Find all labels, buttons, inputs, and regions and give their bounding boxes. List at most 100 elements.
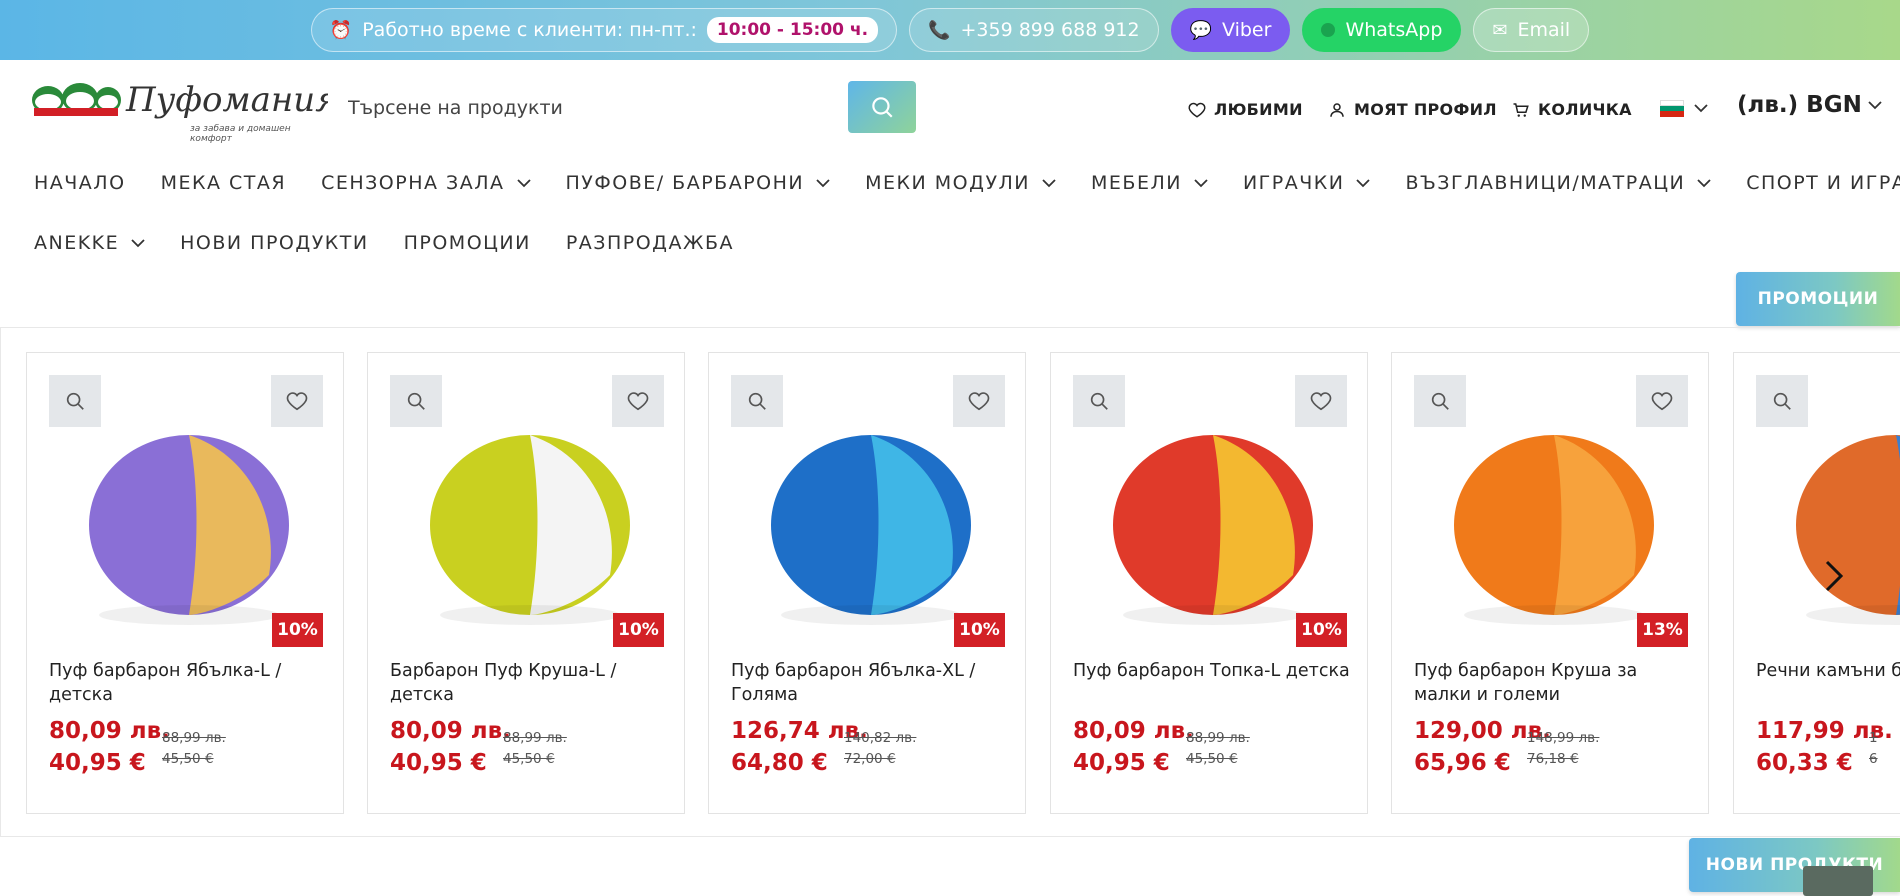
whatsapp-label: WhatsApp [1345,19,1443,41]
heart-icon [1651,392,1673,411]
chevron-down-icon [816,179,830,188]
search-button[interactable] [848,81,916,133]
price-bgn: 80,09 лв. [390,718,511,744]
wishlist-button[interactable] [1636,375,1688,427]
search-icon [872,97,893,118]
chevron-down-icon [1194,179,1208,188]
cart-icon [1513,102,1529,117]
wishlist-button[interactable] [612,375,664,427]
current-price: 80,09 лв. 40,95 € [390,715,511,779]
profile-label: МОЯТ ПРОФИЛ [1354,100,1497,119]
wishlist-button[interactable] [1295,375,1347,427]
brand-tagline: за забава и домашен комфорт [190,124,291,144]
nav-item[interactable]: НАЧАЛО [34,172,126,194]
product-card[interactable]: 10% Барбарон Пуф Круша-L / детска 80,09 лв… [367,352,685,814]
nav-item[interactable]: ПРОМОЦИИ [404,232,531,254]
nav-item-label: ПРОМОЦИИ [403,232,531,254]
product-image[interactable]: 13% [1414,375,1688,647]
nav-item[interactable]: РАЗПРОДАЖБА [566,232,734,254]
nav-item-label: ВЪЗГЛАВНИЦИ/МАТРАЦИ [1405,172,1686,194]
nav-item[interactable]: МЕКИ МОДУЛИ [865,172,1056,194]
heart-icon [1310,392,1332,411]
quick-view-button[interactable] [390,375,442,427]
wishlist-button[interactable] [953,375,1005,427]
nav-item[interactable]: МЕБЕЛИ [1091,172,1208,194]
product-name[interactable]: Барбарон Пуф Круша-L / детска [390,659,670,707]
phone-link[interactable]: 📞 +359 899 688 912 [909,8,1159,52]
quick-view-button[interactable] [1756,375,1808,427]
quick-view-button[interactable] [49,375,101,427]
old-price-bgn: 140,82 лв. [844,730,917,746]
phone-icon: 📞 [928,19,951,41]
nav-item[interactable]: МЕКА СТАЯ [161,172,287,194]
favorites-link[interactable]: ЛЮБИМИ [1188,100,1303,119]
promotions-tab[interactable]: ПРОМОЦИИ [1736,272,1900,326]
product-name[interactable]: Пуф барбарон Ябълка-XL / Голяма [731,659,1011,707]
heart-icon [286,392,308,411]
quick-view-button[interactable] [1414,375,1466,427]
product-card[interactable]: 10% Пуф барбарон Топка-L детска 80,09 лв. 4… [1050,352,1368,814]
chevron-down-icon [1042,179,1056,188]
chevron-down-icon [516,179,531,188]
viber-button[interactable]: 💬 Viber [1170,8,1291,52]
quick-view-button[interactable] [1073,375,1125,427]
whatsapp-button[interactable]: WhatsApp [1302,8,1462,52]
old-price-bgn: 148,99 лв. [1527,730,1600,746]
currency-selector[interactable]: (лв.) BGN [1737,92,1882,118]
product-card[interactable]: 13% Пуф барбарон Круша за малки и големи 1… [1391,352,1709,814]
nav-item[interactable]: СПОРТ И ИГРА [1746,172,1900,194]
nav-item[interactable]: ANEKKE [34,232,145,254]
old-price-bgn: 88,99 лв. [503,730,567,746]
alarm-clock-icon: ⏰ [329,19,353,41]
envelope-icon: ✉ [1492,19,1508,41]
user-icon [1330,102,1344,117]
discount-badge: 13% [1637,613,1688,647]
bulgarian-flag-icon[interactable] [1660,100,1684,117]
nav-item[interactable]: СЕНЗОРНА ЗАЛА [321,172,531,194]
current-price: 80,09 лв. 40,95 € [1073,715,1194,779]
heart-icon [627,392,649,411]
cart-link[interactable]: КОЛИЧКА [1512,100,1632,119]
nav-row-2: ANEKKE НОВИ ПРОДУКТИ ПРОМОЦИИ РАЗПРОДАЖБА [34,216,1894,270]
product-image[interactable]: 10% [731,375,1005,647]
chevron-down-icon [1356,179,1371,188]
product-name[interactable]: Пуф барбарон Ябълка-L / детска [49,659,329,707]
nav-item-label: МЕКИ МОДУЛИ [865,172,1031,194]
profile-link[interactable]: МОЯТ ПРОФИЛ [1328,100,1497,119]
magnifier-icon [748,392,766,410]
discount-badge: 10% [1296,613,1347,647]
promotions-carousel: Речни камъни баланс от 6 б117,99 лв.60,3… [0,327,1900,837]
product-card[interactable]: 10% Пуф барбарон Ябълка-XL / Голяма 126,74… [708,352,1026,814]
site-logo[interactable]: Пуфомания за забава и домашен комфорт [30,74,338,144]
product-name[interactable]: Пуф барбарон Топка-L детска [1073,659,1353,683]
discount-badge: 10% [613,613,664,647]
email-button[interactable]: ✉ Email [1473,8,1590,52]
product-image[interactable]: 10% [390,375,664,647]
product-image[interactable]: 10% [1073,375,1347,647]
nav-item[interactable]: ИГРАЧКИ [1243,172,1371,194]
viber-icon: 💬 [1189,19,1213,41]
language-chevron-down-icon[interactable] [1694,103,1708,113]
product-image[interactable]: 10% [49,375,323,647]
old-price-bgn: 88,99 лв. [1186,730,1250,746]
nav-item-label: СЕНЗОРНА ЗАЛА [321,172,505,194]
nav-item-label: МЕБЕЛИ [1091,172,1182,194]
nav-item[interactable]: ВЪЗГЛАВНИЦИ/МАТРАЦИ [1405,172,1711,194]
carousel-next-arrow-icon[interactable] [1813,556,1853,596]
product-name[interactable]: Пуф барбарон Круша за малки и големи [1414,659,1694,707]
currency-label: (лв.) BGN [1737,92,1862,118]
product-name[interactable]: Речни камъни баланс от 6 б [1756,659,1900,683]
product-image[interactable] [1756,375,1900,647]
quick-view-button[interactable] [731,375,783,427]
heart-icon [968,392,990,411]
nav-item[interactable]: НОВИ ПРОДУКТИ [180,232,368,254]
nav-item-label: НАЧАЛО [34,172,126,194]
old-price-eur: 76,18 € [1527,751,1579,767]
product-card[interactable]: 10% Пуф барбарон Ябълка-L / детска 80,09 л… [26,352,344,814]
email-label: Email [1517,19,1571,41]
search-input[interactable] [328,82,848,134]
wishlist-button[interactable] [271,375,323,427]
old-price: 88,99 лв. 45,50 € [1186,728,1250,770]
chevron-down-icon [1697,179,1711,188]
nav-item[interactable]: ПУФОВЕ/ БАРБАРОНИ [566,172,831,194]
